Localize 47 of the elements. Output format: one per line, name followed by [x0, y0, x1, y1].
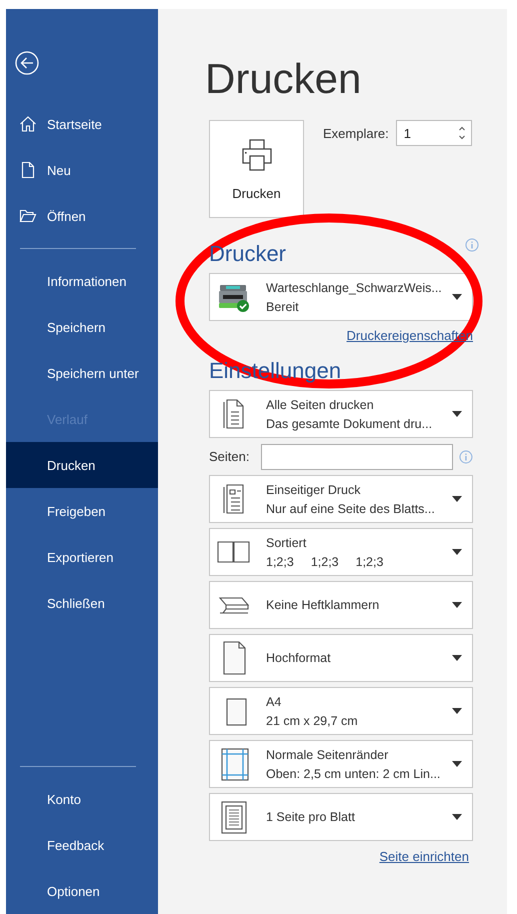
- caret-icon: [452, 602, 462, 608]
- settings-dropdown[interactable]: Sortiert 1;2;3 1;2;3 1;2;3: [209, 528, 473, 576]
- nav-item[interactable]: Startseite: [6, 101, 158, 147]
- print-button[interactable]: Drucken: [209, 120, 304, 218]
- folder-icon: [19, 207, 37, 225]
- document-icon: [19, 161, 37, 179]
- caret-icon: [452, 761, 462, 767]
- caret-icon: [452, 411, 462, 417]
- settings-dropdown[interactable]: Einseitiger Druck Nur auf eine Seite des Blatts...: [209, 475, 473, 523]
- section-heading: Drucker: [209, 240, 286, 268]
- caret-icon: [452, 708, 462, 714]
- info-icon[interactable]: [465, 238, 479, 252]
- nav-item[interactable]: Schließen: [6, 580, 158, 626]
- caret-icon: [452, 496, 462, 502]
- settings-dropdown[interactable]: Alle Seiten drucken Das gesamte Dokument dru...: [209, 390, 473, 438]
- nav-item[interactable]: Speichern: [6, 304, 158, 350]
- back-icon[interactable]: [15, 51, 39, 75]
- settings-dropdown[interactable]: 1 Seite pro Blatt: [209, 793, 473, 841]
- settings-dropdown[interactable]: A4 21 cm x 29,7 cm: [209, 687, 473, 735]
- pages-label: Seiten:: [209, 449, 250, 464]
- nav-item[interactable]: Speichern unter: [6, 350, 158, 396]
- page-title: Drucken: [205, 54, 362, 104]
- page-setup-link[interactable]: Seite einrichten: [379, 849, 469, 864]
- printer-icon: [240, 138, 274, 172]
- nav-item[interactable]: Feedback: [6, 822, 158, 868]
- caret-icon: [452, 549, 462, 555]
- nav-item[interactable]: Öffnen: [6, 193, 158, 239]
- pages-input-field[interactable]: [260, 444, 454, 470]
- home-icon: [19, 115, 37, 133]
- caret-icon: [452, 814, 462, 820]
- nav-item[interactable]: Drucken: [6, 442, 158, 488]
- nav-item[interactable]: Konto: [6, 776, 158, 822]
- spin-arrows-icon[interactable]: [458, 125, 466, 141]
- nav-item[interactable]: Optionen: [6, 868, 158, 914]
- caret-icon: [452, 294, 462, 300]
- info-icon[interactable]: [459, 450, 473, 464]
- caret-icon: [452, 655, 462, 661]
- nav-item[interactable]: Neu: [6, 147, 158, 193]
- nav-item[interactable]: Informationen: [6, 258, 158, 304]
- settings-dropdown[interactable]: Keine Heftklammern: [209, 581, 473, 629]
- printer-dropdown[interactable]: Warteschlange_SchwarzWeis... Bereit: [209, 273, 473, 321]
- copies-spinner[interactable]: 1: [396, 120, 472, 146]
- nav-item[interactable]: Freigeben: [6, 488, 158, 534]
- settings-dropdown[interactable]: Normale Seitenränder Oben: 2,5 cm unten: 2 cm Lin...: [209, 740, 473, 788]
- nav-item[interactable]: Exportieren: [6, 534, 158, 580]
- settings-dropdown[interactable]: Hochformat: [209, 634, 473, 682]
- copies-label: Exemplare:: [323, 126, 389, 141]
